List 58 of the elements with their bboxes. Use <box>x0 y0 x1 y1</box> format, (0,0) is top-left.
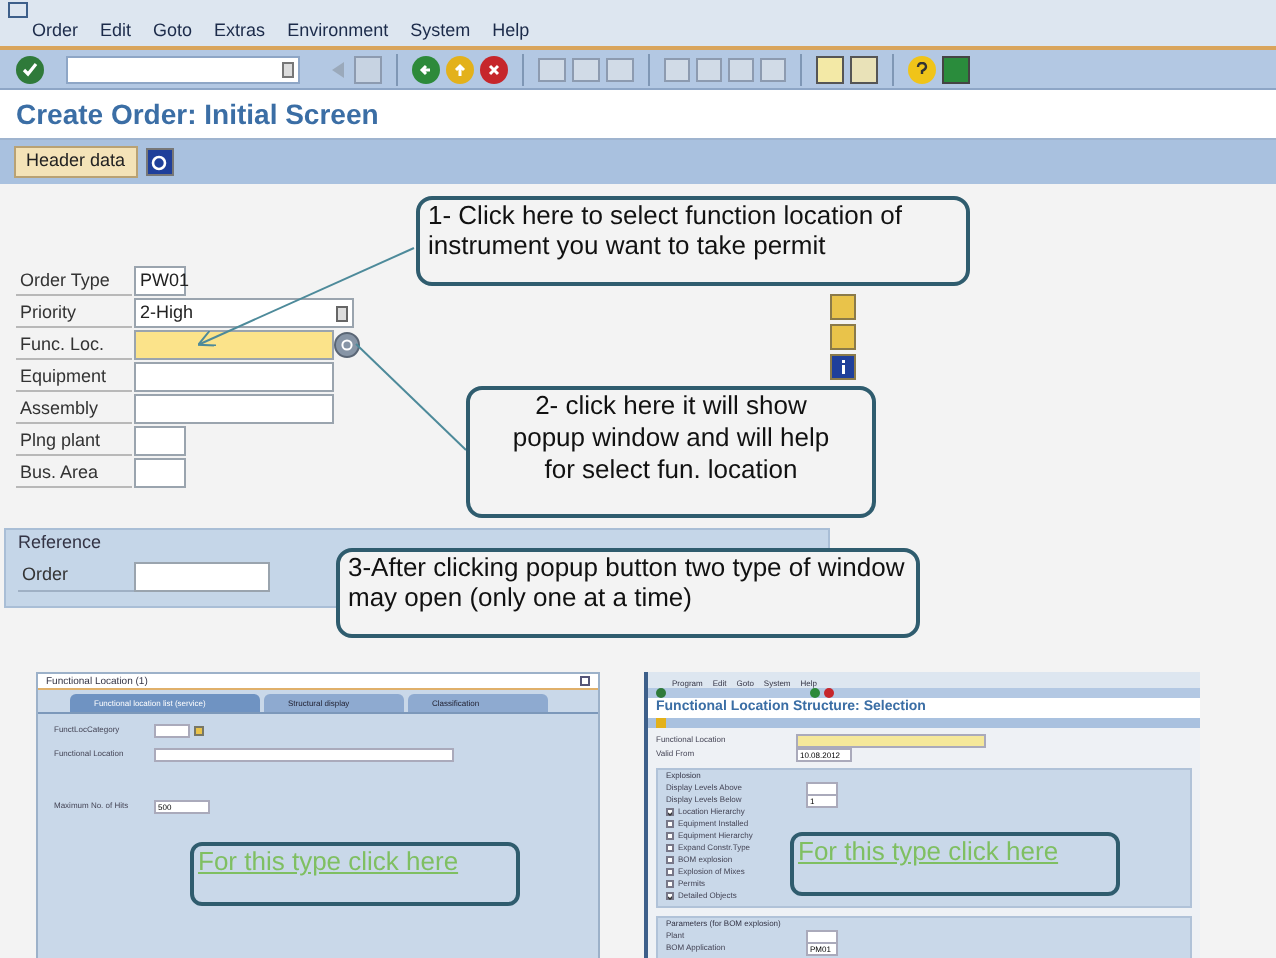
input-field[interactable]: 2-High <box>134 298 354 328</box>
checkbox[interactable] <box>666 808 674 816</box>
hierarchy-icon[interactable] <box>830 294 856 320</box>
checkbox[interactable] <box>666 880 674 888</box>
dropdown-icon[interactable] <box>336 305 348 321</box>
callout: 1- Click here to select function location of instrument you want to take permit <box>416 196 970 286</box>
cancel-icon[interactable] <box>480 55 508 83</box>
dropdown-icon[interactable] <box>194 725 204 735</box>
menu-item[interactable]: Order <box>32 18 79 42</box>
check-icon[interactable] <box>16 55 44 83</box>
field-label: Plng plant <box>16 426 132 456</box>
cancel-icon[interactable] <box>824 687 834 698</box>
input-field[interactable]: PW01 <box>134 266 186 296</box>
menu-item[interactable]: Help <box>492 18 530 42</box>
field-label: Order Type <box>16 266 132 296</box>
field-label: Priority <box>16 298 132 328</box>
menu-item[interactable]: Extras <box>214 18 266 42</box>
menu-item[interactable]: System <box>410 18 471 42</box>
system-menu-icon[interactable] <box>8 2 28 18</box>
close-icon[interactable] <box>580 676 590 686</box>
input-field[interactable] <box>134 561 270 591</box>
input-field[interactable] <box>134 458 186 488</box>
checkbox[interactable] <box>666 832 674 840</box>
checkbox[interactable] <box>666 892 674 900</box>
input-field[interactable] <box>134 394 334 424</box>
callout: 3-After clicking popup button two type of window may open (only one at a time) <box>336 548 920 638</box>
section-title: Reference <box>18 530 104 556</box>
input-field[interactable] <box>796 733 986 747</box>
help-icon[interactable] <box>908 55 936 83</box>
field-label: Func. Loc. <box>16 330 132 360</box>
input-field[interactable] <box>806 929 838 943</box>
input-field[interactable] <box>134 362 334 392</box>
checkbox[interactable] <box>666 868 674 876</box>
back-icon[interactable] <box>412 55 440 83</box>
field-label: Assembly <box>16 394 132 424</box>
back-icon[interactable] <box>810 687 820 698</box>
check-icon[interactable] <box>656 687 666 698</box>
refresh-icon[interactable] <box>145 148 174 176</box>
input-field[interactable] <box>806 781 838 795</box>
field-label: Bus. Area <box>16 458 132 488</box>
checkbox[interactable] <box>666 820 674 828</box>
header-data-button[interactable]: Header data <box>14 146 138 178</box>
input-field[interactable] <box>154 723 190 737</box>
input-field[interactable] <box>134 330 334 360</box>
menu-item[interactable]: Goto <box>153 18 193 42</box>
field-label: Equipment <box>16 362 132 392</box>
info-icon[interactable] <box>830 354 856 380</box>
search-help-icon[interactable] <box>334 332 360 358</box>
menu-item[interactable]: Environment <box>287 18 389 42</box>
callout: 2- click here it will show popup window and will help for select fun. location <box>466 386 876 518</box>
input-field[interactable] <box>154 747 454 761</box>
checkbox[interactable] <box>666 844 674 852</box>
command-field[interactable] <box>66 55 300 83</box>
dropdown-icon[interactable] <box>282 61 294 77</box>
checkbox[interactable] <box>666 856 674 864</box>
screen-title: Create Order: Initial Screen <box>14 95 379 133</box>
input-field[interactable] <box>134 426 186 456</box>
menu-item[interactable]: Edit <box>100 18 132 42</box>
